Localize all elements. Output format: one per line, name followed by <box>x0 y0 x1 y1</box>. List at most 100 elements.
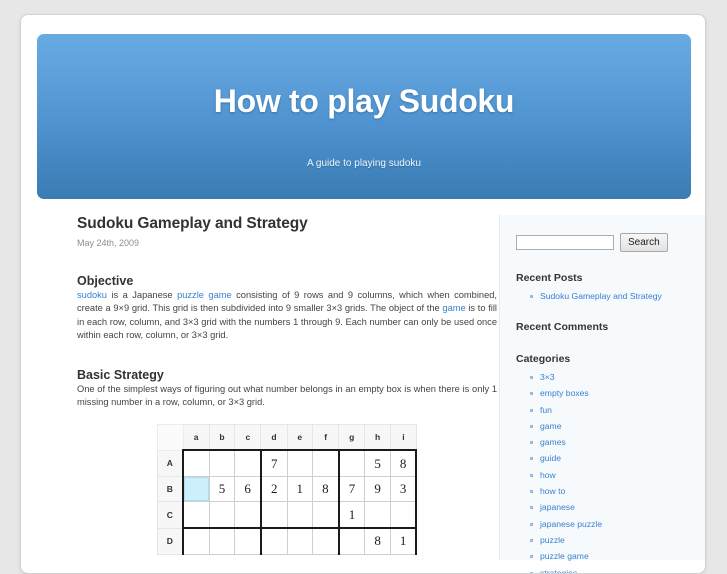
grid-row-header-C: C <box>156 501 184 529</box>
site-subtitle: A guide to playing sudoku <box>307 158 421 169</box>
objective-heading: Objective <box>77 274 134 288</box>
grid-cell-B-f[interactable]: 8 <box>312 475 340 503</box>
grid-cell-A-e[interactable] <box>286 449 314 477</box>
grid-cell-C-f[interactable] <box>312 501 340 530</box>
grid-cell-A-a[interactable] <box>182 449 210 477</box>
grid-row-header-B: B <box>156 475 184 503</box>
list-item: how <box>530 470 693 480</box>
category-link-8[interactable]: japanese <box>540 502 575 512</box>
grid-cell-C-e[interactable] <box>286 501 314 530</box>
page-container: How to play Sudoku A guide to playing su… <box>20 14 706 574</box>
grid-cell-B-i[interactable]: 3 <box>389 475 418 503</box>
grid-cell-C-g[interactable]: 1 <box>337 501 366 530</box>
category-link-11[interactable]: puzzle game <box>540 551 589 561</box>
list-item: how to <box>530 486 693 496</box>
grid-cell-A-d[interactable]: 7 <box>259 449 288 477</box>
category-link-6[interactable]: how <box>540 470 556 480</box>
link-puzzle-game[interactable]: puzzle game <box>177 290 232 300</box>
grid-col-header-a: a <box>182 423 210 451</box>
category-link-12[interactable]: strategies <box>540 568 577 573</box>
link-sudoku[interactable]: sudoku <box>77 290 107 300</box>
grid-col-header-c: c <box>234 423 262 451</box>
grid-cell-B-d[interactable]: 2 <box>259 475 288 503</box>
search-form: Search <box>516 233 693 252</box>
main-columns: Sudoku Gameplay and Strategy May 24th, 2… <box>21 215 705 573</box>
grid-cell-C-h[interactable] <box>364 501 391 530</box>
grid-cell-B-a[interactable] <box>182 475 210 503</box>
grid-col-header-e: e <box>286 423 314 451</box>
list-item: guide <box>530 453 693 463</box>
category-link-3[interactable]: game <box>540 421 562 431</box>
search-input[interactable] <box>516 235 614 250</box>
list-item: japanese puzzle <box>530 519 693 529</box>
category-link-2[interactable]: fun <box>540 405 552 415</box>
grid-cell-A-h[interactable]: 5 <box>364 449 391 477</box>
grid-cell-D-d[interactable] <box>259 527 288 555</box>
site-title: How to play Sudoku <box>213 83 515 119</box>
category-link-9[interactable]: japanese puzzle <box>540 519 602 529</box>
grid-cell-D-e[interactable] <box>286 527 314 555</box>
search-button[interactable]: Search <box>620 233 668 252</box>
category-link-0[interactable]: 3×3 <box>540 372 555 382</box>
grid-row: A 7 58 <box>156 449 418 477</box>
objective-paragraph: sudoku is a Japanese puzzle game consist… <box>77 289 497 342</box>
grid-col-header-g: g <box>338 423 366 451</box>
sudoku-grid-container: abcdefghiA758B56218793C1D81 <box>77 423 497 555</box>
basic-strategy-paragraph: One of the simplest ways of figuring out… <box>77 384 497 408</box>
grid-header-row: abcdefghi <box>156 423 417 451</box>
recent-comments-heading: Recent Comments <box>516 321 609 333</box>
grid-cell-B-g[interactable]: 7 <box>337 475 366 503</box>
grid-row: C1 <box>156 501 418 530</box>
grid-cell-A-b[interactable] <box>208 449 236 477</box>
recent-post-link-0[interactable]: Sudoku Gameplay and Strategy <box>540 291 662 301</box>
category-link-10[interactable]: puzzle <box>540 535 565 545</box>
list-item: puzzle game <box>530 551 693 561</box>
grid-row-header-D: D <box>156 527 184 555</box>
grid-col-header-f: f <box>312 423 340 451</box>
grid-cell-C-a[interactable] <box>182 501 210 530</box>
objective-text-a: is a Japanese <box>106 290 178 300</box>
grid-corner <box>156 423 184 451</box>
categories-list: 3×3 empty boxes fun game games guide how how to… <box>530 372 693 573</box>
grid-row: D 81 <box>156 527 418 555</box>
list-item: games <box>530 437 693 447</box>
grid-cell-D-h[interactable]: 8 <box>364 527 391 555</box>
grid-cell-A-g[interactable] <box>337 449 366 477</box>
site-banner: How to play Sudoku A guide to playing su… <box>37 34 691 199</box>
grid-col-header-b: b <box>208 423 236 451</box>
post-title: Sudoku Gameplay and Strategy <box>77 215 308 232</box>
category-link-4[interactable]: games <box>540 437 566 447</box>
category-link-5[interactable]: guide <box>540 453 561 463</box>
grid-cell-C-b[interactable] <box>208 501 236 530</box>
sudoku-grid[interactable]: abcdefghiA758B56218793C1D81 <box>156 423 418 555</box>
list-item: japanese <box>530 502 693 512</box>
post-content: Sudoku Gameplay and Strategy May 24th, 2… <box>77 215 497 555</box>
link-game[interactable]: game <box>442 303 465 313</box>
grid-cell-B-b[interactable]: 5 <box>208 475 236 503</box>
grid-col-header-h: h <box>364 423 391 451</box>
grid-cell-D-f[interactable] <box>312 527 340 555</box>
recent-posts-list: Sudoku Gameplay and Strategy <box>530 291 693 301</box>
post-date: May 24th, 2009 <box>77 238 140 248</box>
list-item: game <box>530 421 693 431</box>
grid-row: B56218793 <box>156 475 418 503</box>
grid-cell-B-h[interactable]: 9 <box>364 475 391 503</box>
category-link-7[interactable]: how to <box>540 486 565 496</box>
grid-cell-D-g[interactable] <box>337 527 366 555</box>
grid-cell-D-b[interactable] <box>208 527 236 555</box>
grid-cell-D-a[interactable] <box>182 527 210 555</box>
grid-col-header-i: i <box>389 423 417 451</box>
grid-cell-A-c[interactable] <box>234 449 262 477</box>
grid-cell-A-i[interactable]: 8 <box>389 449 418 477</box>
grid-cell-A-f[interactable] <box>312 449 340 477</box>
list-item: Sudoku Gameplay and Strategy <box>530 291 693 301</box>
basic-strategy-heading: Basic Strategy <box>77 368 164 383</box>
grid-cell-C-i[interactable] <box>389 501 418 530</box>
category-link-1[interactable]: empty boxes <box>540 388 589 398</box>
grid-cell-D-c[interactable] <box>234 527 262 555</box>
grid-cell-D-i[interactable]: 1 <box>389 527 418 555</box>
grid-cell-B-c[interactable]: 6 <box>234 475 262 503</box>
grid-cell-C-c[interactable] <box>234 501 262 530</box>
grid-cell-C-d[interactable] <box>259 501 288 530</box>
grid-cell-B-e[interactable]: 1 <box>286 475 314 503</box>
